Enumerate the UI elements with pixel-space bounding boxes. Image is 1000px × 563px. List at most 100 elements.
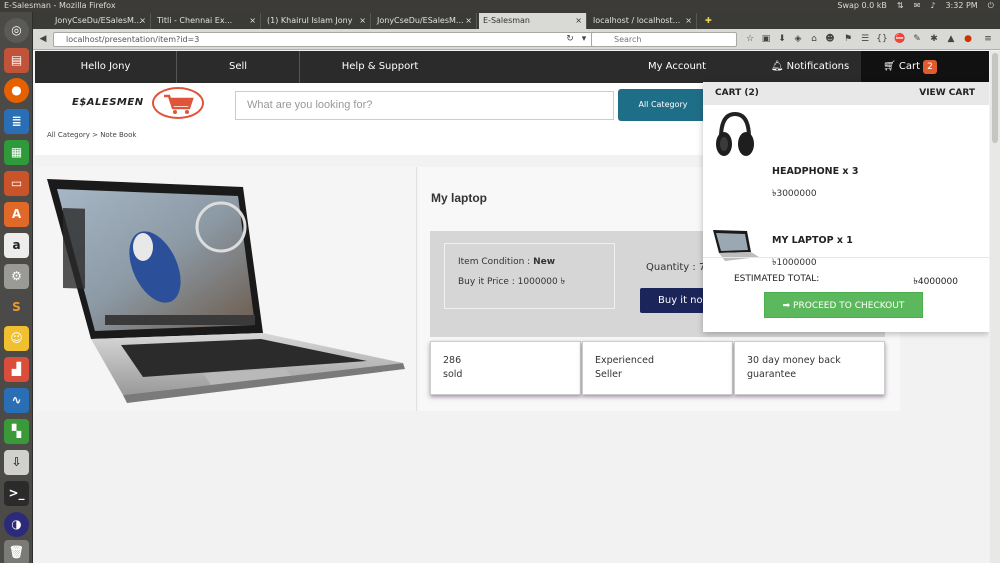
product-image[interactable] <box>35 167 417 411</box>
category-button[interactable]: All Category <box>618 89 708 121</box>
headphone-image[interactable] <box>715 110 755 160</box>
logo-cart-icon[interactable] <box>152 87 204 119</box>
code-icon[interactable]: {} <box>876 33 888 45</box>
breadcrumb[interactable]: All Category > Note Book <box>47 131 136 139</box>
nav-help[interactable]: Help & Support <box>300 51 460 83</box>
feature-sold: 286 sold <box>430 341 581 395</box>
close-icon[interactable]: × <box>249 13 256 29</box>
close-icon[interactable]: × <box>575 13 582 29</box>
browser-tab[interactable]: JonyCseDu/ESalesM... × <box>51 13 151 29</box>
cart-count-badge: 2 <box>923 60 938 74</box>
browser-tab-bar: JonyCseDu/ESalesM... × Titli - Chennai Ex… <box>33 12 1000 29</box>
sublime-icon[interactable]: S <box>4 295 29 320</box>
site-logo-text[interactable]: E$ALESMEN <box>72 97 144 108</box>
unity-launcher: ◎ ▤ ● ≣ ▦ ▭ A a ⚙ S ☺ ▟ ∿ ▚ ⇩ >_ ◑ 🗑 <box>0 12 33 563</box>
extension-icon[interactable]: ⚑ <box>842 33 854 45</box>
pocket-icon[interactable]: ◈ <box>792 33 804 45</box>
browser-tab-active[interactable]: E-Salesman × <box>479 13 587 29</box>
trash-icon[interactable]: 🗑 <box>4 540 29 563</box>
emoji-icon[interactable]: ☺ <box>4 326 29 351</box>
cart-icon: 🛒︎ <box>883 61 896 72</box>
adblock-icon[interactable]: ⛔ <box>894 33 906 45</box>
software-center-icon[interactable]: A <box>4 202 29 227</box>
nav-cart[interactable]: 🛒︎ Cart 2 <box>861 51 989 83</box>
close-icon[interactable]: × <box>685 13 692 29</box>
price-row: Buy it Price : 1000000 ৳ <box>458 277 566 287</box>
files-icon[interactable]: ▤ <box>4 48 29 73</box>
os-top-bar: E-Salesman - Mozilla Firefox Swap 0.0 kB… <box>0 0 1000 12</box>
extension-icon[interactable]: ● <box>962 33 974 45</box>
impress-icon[interactable]: ▭ <box>4 171 29 196</box>
feature-seller: Experienced Seller <box>582 341 733 395</box>
browser-tab[interactable]: Titli - Chennai Ex... × <box>153 13 261 29</box>
bell-icon: 🔔︎ <box>770 61 784 72</box>
feature-guarantee: 30 day money back guarantee <box>734 341 885 395</box>
mail-icon[interactable]: ✉ <box>914 0 921 12</box>
addon-icon[interactable]: ☻ <box>824 33 836 45</box>
window-title: E-Salesman - Mozilla Firefox <box>4 1 116 10</box>
menu-icon[interactable]: ≡ <box>982 33 994 45</box>
monitor-icon[interactable]: ▟ <box>4 357 29 382</box>
nav-notifications[interactable]: 🔔︎ Notifications <box>755 51 865 83</box>
swap-indicator: Swap 0.0 kB <box>837 1 887 10</box>
wireshark-icon[interactable]: ∿ <box>4 388 29 413</box>
web-page: Hello Jony Sell Help & Support My Accoun… <box>35 51 989 563</box>
view-cart-link[interactable]: VIEW CART <box>919 82 975 105</box>
calc-icon[interactable]: ▦ <box>4 140 29 165</box>
estimated-total-label: ESTIMATED TOTAL: <box>734 274 820 284</box>
reload-icon[interactable]: ↻ <box>564 33 576 45</box>
browser-tab[interactable]: (1) Khairul Islam Jony × <box>263 13 371 29</box>
blocks-icon[interactable]: ▚ <box>4 419 29 444</box>
bookmarks-icon[interactable]: ▣ <box>760 33 772 45</box>
back-icon[interactable]: ◀ <box>37 33 49 45</box>
product-image-panel <box>35 167 417 411</box>
extension-icon[interactable]: ✱ <box>928 33 940 45</box>
amazon-icon[interactable]: a <box>4 233 29 258</box>
product-title: My laptop <box>431 191 487 205</box>
download-icon[interactable]: ⬇ <box>776 33 788 45</box>
extension-icon[interactable]: ✎ <box>911 33 923 45</box>
network-icon[interactable]: ⇅ <box>897 0 904 12</box>
cart-dropdown: CART (2) VIEW CART HEADPHONE x 3 ৳300000… <box>703 82 989 332</box>
browser-tab[interactable]: JonyCseDu/ESalesM... × <box>373 13 477 29</box>
cart-item-name[interactable]: HEADPHONE x 3 <box>772 166 858 177</box>
scrollbar-thumb[interactable] <box>992 53 998 143</box>
bookmark-star-icon[interactable]: ☆ <box>744 33 756 45</box>
terminal-icon[interactable]: >_ <box>4 481 29 506</box>
home-icon[interactable]: ⌂ <box>808 33 820 45</box>
condition-box: Item Condition : New Buy it Price : 1000… <box>444 243 615 309</box>
proceed-to-checkout-button[interactable]: ➡ PROCEED TO CHECKOUT <box>764 292 923 318</box>
firefox-icon[interactable]: ● <box>4 78 29 103</box>
condition-row: Item Condition : New <box>458 257 556 267</box>
quantity-label[interactable]: Quantity : 7 <box>646 262 705 273</box>
site-nav-bar: Hello Jony Sell Help & Support My Accoun… <box>35 51 989 83</box>
settings-icon[interactable]: ⚙ <box>4 264 29 289</box>
close-icon[interactable]: × <box>139 13 146 29</box>
new-tab-button[interactable]: ✚ <box>701 13 715 29</box>
cart-item-price: ৳3000000 <box>772 189 817 199</box>
browser-search-field[interactable]: Search <box>591 32 737 47</box>
close-icon[interactable]: × <box>359 13 366 29</box>
cart-item-name[interactable]: MY LAPTOP x 1 <box>772 235 853 246</box>
clock[interactable]: 3:32 PM <box>945 0 977 12</box>
nav-hello[interactable]: Hello Jony <box>35 51 177 83</box>
browser-tab[interactable]: localhost / localhost... × <box>589 13 697 29</box>
eclipse-icon[interactable]: ◑ <box>4 512 29 537</box>
url-bar[interactable]: localhost/presentation/item?id=3 <box>53 32 609 47</box>
close-icon[interactable]: × <box>465 13 472 29</box>
volume-icon[interactable]: ♪ <box>930 0 935 12</box>
dash-icon[interactable]: ◎ <box>4 18 29 43</box>
estimated-total-value: ৳4000000 <box>913 277 958 287</box>
extension-icon[interactable]: ▲ <box>945 33 957 45</box>
writer-icon[interactable]: ≣ <box>4 109 29 134</box>
page-scrollbar[interactable] <box>990 51 1000 563</box>
dropdown-icon[interactable]: ▾ <box>578 33 590 45</box>
site-search-input[interactable]: What are you looking for? <box>235 91 614 120</box>
nav-my-account[interactable]: My Account <box>635 51 719 83</box>
cart-divider <box>703 257 989 258</box>
devtools-icon[interactable]: ☰ <box>859 33 871 45</box>
nav-sell[interactable]: Sell <box>177 51 300 83</box>
installer-icon[interactable]: ⇩ <box>4 450 29 475</box>
power-icon[interactable]: ⏻ <box>988 0 994 12</box>
browser-nav-bar: ◀ localhost/presentation/item?id=3 ↻ ▾ S… <box>33 29 1000 50</box>
